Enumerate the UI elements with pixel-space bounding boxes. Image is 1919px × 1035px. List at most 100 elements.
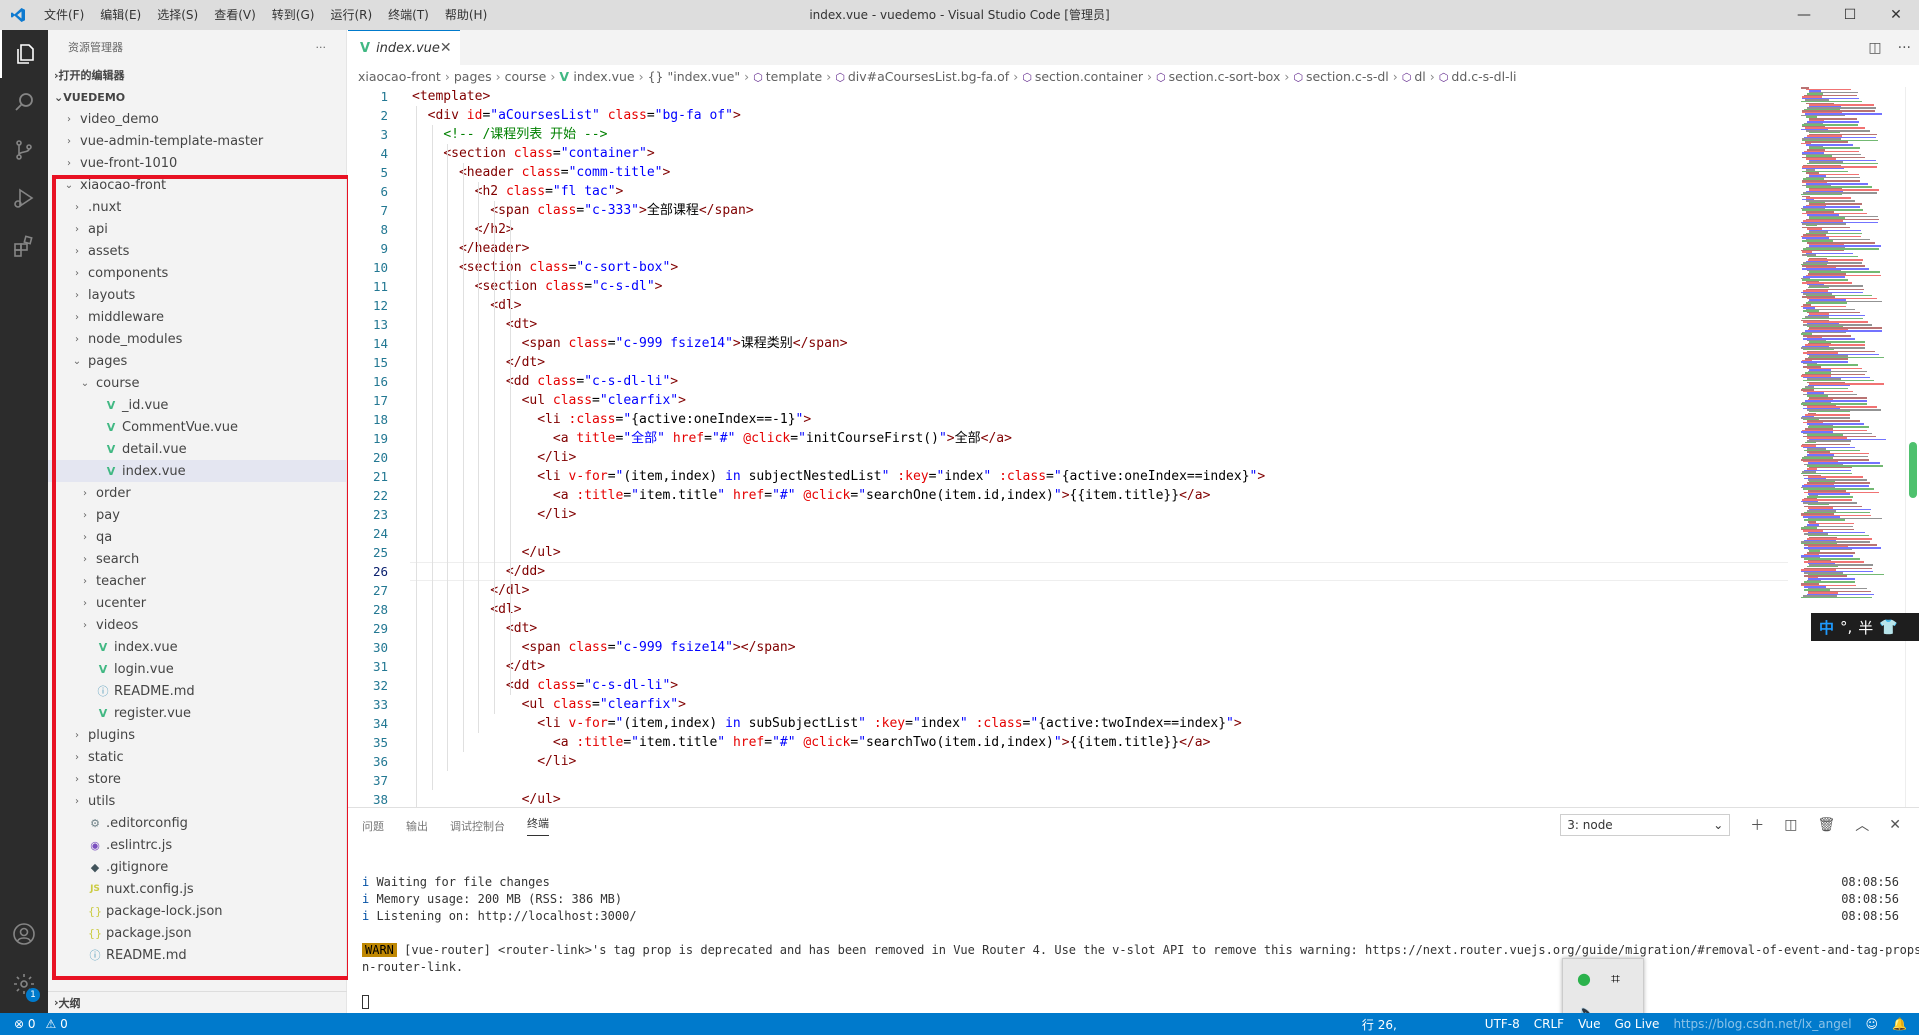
tree-item[interactable]: › utils (48, 790, 346, 812)
code-line[interactable]: <span class="c-999 fsize14"></span> (412, 638, 1265, 657)
code-line[interactable]: <a :title="item.title" href="#" @click="… (412, 733, 1265, 752)
code-line[interactable]: <!-- /课程列表 开始 --> (412, 125, 1265, 144)
run-debug-icon[interactable] (0, 174, 48, 222)
code-line[interactable]: <a title="全部" href="#" @click="initCours… (412, 429, 1265, 448)
menu-item[interactable]: 帮助(H) (437, 0, 495, 30)
tree-item[interactable]: ⌄ course (48, 372, 346, 394)
split-terminal-icon[interactable]: ◫ (1784, 817, 1797, 833)
tray-app-icon-2[interactable]: ⌗ (1611, 969, 1620, 989)
menu-item[interactable]: 终端(T) (380, 0, 437, 30)
tray-app-icon[interactable]: ● (1577, 969, 1591, 988)
code-line[interactable]: <section class="c-s-dl"> (412, 277, 1265, 296)
terminal-prompt[interactable] (362, 993, 1899, 1010)
notifications-bell-icon[interactable]: 🔔 (1892, 1017, 1907, 1031)
menu-item[interactable]: 选择(S) (149, 0, 206, 30)
cursor-position[interactable]: 行 26, (1362, 1016, 1397, 1033)
code-line[interactable]: <ul class="clearfix"> (412, 695, 1265, 714)
breadcrumb-item[interactable]: course (505, 69, 547, 84)
code-content[interactable]: <template> <div id="aCoursesList" class=… (412, 87, 1265, 807)
search-icon[interactable] (0, 78, 48, 126)
outline-section[interactable]: › 大纲 (48, 991, 347, 1013)
menu-item[interactable]: 运行(R) (322, 0, 380, 30)
source-control-icon[interactable] (0, 126, 48, 174)
tree-item[interactable]: › static (48, 746, 346, 768)
scrollbar-thumb[interactable] (1909, 442, 1917, 498)
code-line[interactable]: <span class="c-999 fsize14">课程类别</span> (412, 334, 1265, 353)
code-line[interactable]: </li> (412, 752, 1265, 771)
tree-item[interactable]: › teacher (48, 570, 346, 592)
code-line[interactable]: <dt> (412, 619, 1265, 638)
code-line[interactable]: </li> (412, 448, 1265, 467)
code-line[interactable]: <dd class="c-s-dl-li"> (412, 372, 1265, 391)
tree-item[interactable]: Vindex.vue (48, 636, 346, 658)
errors-indicator[interactable]: ⊗ 0 (14, 1017, 36, 1031)
tree-item[interactable]: › plugins (48, 724, 346, 746)
tree-item[interactable]: › videos (48, 614, 346, 636)
code-line[interactable]: <h2 class="fl tac"> (412, 182, 1265, 201)
code-line[interactable]: <li v-for="(item,index) in subSubjectLis… (412, 714, 1265, 733)
split-editor-icon[interactable]: ◫ (1868, 40, 1881, 56)
vertical-scrollbar[interactable] (1905, 87, 1919, 807)
tree-item[interactable]: › components (48, 262, 346, 284)
code-line[interactable]: <dt> (412, 315, 1265, 334)
panel-tab[interactable]: 调试控制台 (450, 818, 505, 834)
eol[interactable]: CRLF (1534, 1017, 1564, 1031)
terminal-select[interactable]: 3: node ⌄ (1560, 814, 1731, 836)
language-mode[interactable]: Vue (1578, 1017, 1600, 1031)
tree-item[interactable]: {} package-lock.json (48, 900, 346, 922)
ime-punct[interactable]: °, (1840, 618, 1852, 636)
tree-item[interactable]: › qa (48, 526, 346, 548)
tree-item[interactable]: › vue-front-1010 (48, 152, 346, 174)
code-line[interactable]: <li v-for="(item,index) in subjectNested… (412, 467, 1265, 486)
workspace-section[interactable]: ⌄ VUEDEMO (48, 86, 346, 108)
tree-item[interactable]: › middleware (48, 306, 346, 328)
breadcrumb-item[interactable]: pages (454, 69, 492, 84)
breadcrumb-item[interactable]: V index.vue (559, 69, 634, 84)
breadcrumb-item[interactable]: ⬡ dl (1402, 69, 1426, 84)
code-line[interactable]: </ul> (412, 790, 1265, 807)
tree-item[interactable]: › order (48, 482, 346, 504)
trash-icon[interactable]: 🗑 (1817, 817, 1835, 833)
more-actions-icon[interactable]: ··· (1898, 40, 1911, 56)
encoding[interactable]: UTF-8 (1485, 1017, 1520, 1031)
menu-item[interactable]: 编辑(E) (92, 0, 149, 30)
tree-item[interactable]: ◉ .eslintrc.js (48, 834, 346, 856)
tree-item[interactable]: › layouts (48, 284, 346, 306)
tree-item[interactable]: › video_demo (48, 108, 346, 130)
panel-tab[interactable]: 终端 (527, 815, 549, 836)
ime-mode[interactable]: 中 (1819, 617, 1834, 638)
tree-item[interactable]: ⚙ .editorconfig (48, 812, 346, 834)
code-editor[interactable]: 1 2 3 4 5 6 7 8 9 10 11 12 13 14 15 16 17 18 19 20 21 22 23 24 2… (348, 87, 1788, 807)
ime-width[interactable]: 半 (1858, 617, 1873, 638)
maximize-panel-icon[interactable]: ︿ (1855, 815, 1869, 835)
tree-item[interactable]: V CommentVue.vue (48, 416, 346, 438)
explorer-icon[interactable] (0, 30, 48, 78)
breadcrumb-item[interactable]: {} "index.vue" (648, 69, 741, 84)
tree-item[interactable]: ◆ .gitignore (48, 856, 346, 878)
terminal-output[interactable]: i Waiting for file changes 08:08:56 i Memo… (362, 874, 1919, 1010)
code-line[interactable]: </li> (412, 505, 1265, 524)
tab-close-icon[interactable]: ✕ (440, 40, 452, 56)
code-line[interactable]: <section class="container"> (412, 144, 1265, 163)
code-line[interactable]: </dl> (412, 581, 1265, 600)
go-live-button[interactable]: Go Live (1614, 1017, 1659, 1031)
tree-item[interactable]: ⓘ README.md (48, 680, 346, 702)
code-line[interactable]: <ul class="clearfix"> (412, 391, 1265, 410)
code-line[interactable]: </ul> (412, 543, 1265, 562)
extensions-icon[interactable] (0, 222, 48, 270)
more-actions-icon[interactable]: ··· (316, 41, 327, 54)
warnings-indicator[interactable]: ⚠ 0 (46, 1017, 68, 1031)
breadcrumb-item[interactable]: ⬡ dd.c-s-dl-li (1439, 69, 1517, 84)
code-line[interactable]: <dl> (412, 296, 1265, 315)
feedback-icon[interactable]: ☺ (1866, 1017, 1879, 1031)
close-window-button[interactable]: ✕ (1873, 0, 1919, 30)
new-terminal-icon[interactable]: ＋ (1750, 815, 1764, 835)
tree-item[interactable]: › assets (48, 240, 346, 262)
code-line[interactable]: </h2> (412, 220, 1265, 239)
panel-tab[interactable]: 问题 (362, 818, 384, 834)
tree-item[interactable]: ⌄ xiaocao-front (48, 174, 346, 196)
tree-item[interactable]: Vindex.vue (48, 460, 346, 482)
menu-item[interactable]: 查看(V) (206, 0, 264, 30)
tree-item[interactable]: Vlogin.vue (48, 658, 346, 680)
menu-item[interactable]: 文件(F) (36, 0, 92, 30)
